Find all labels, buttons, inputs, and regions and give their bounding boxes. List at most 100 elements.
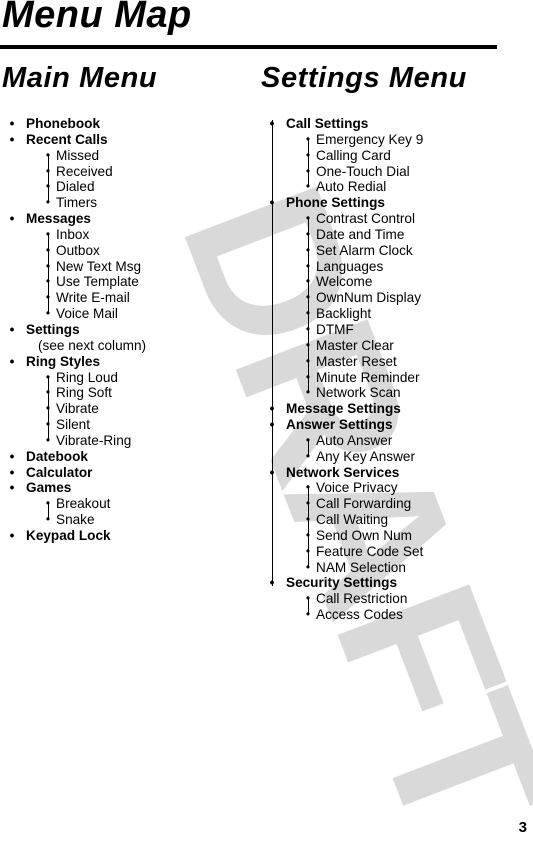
settings-menu-subitem: • Voice Privacy	[286, 480, 423, 496]
settings-menu-subitem: • Languages	[286, 259, 423, 275]
settings-menu-subitem: • OwnNum Display	[286, 290, 423, 306]
settings-menu-subitem: • Backlight	[286, 306, 423, 322]
settings-menu-item-label: Security Settings	[286, 575, 398, 591]
bullet-icon: •	[45, 242, 51, 257]
main-menu-subitem: • Timers	[26, 195, 146, 211]
settings-menu-subitem: • NAM Selection	[286, 560, 423, 576]
main-menu-subitem: • Voice Mail	[26, 306, 146, 322]
main-menu-item-label: Games	[26, 480, 72, 496]
bullet-icon: •	[305, 258, 311, 273]
main-menu-item-label: Calculator	[26, 464, 93, 480]
settings-menu-item-label: Call Settings	[286, 116, 369, 131]
main-menu-subitem-label: Ring Loud	[56, 369, 118, 385]
main-menu-item: • Settings (see next column)	[8, 322, 146, 354]
settings-menu-subitem-label: NAM Selection	[316, 559, 406, 575]
bullet-icon: •	[269, 116, 275, 131]
main-menu-subitem-label: Use Template	[56, 274, 139, 290]
settings-menu-subitem: • Master Clear	[286, 338, 423, 354]
settings-menu-subitem: • Call Waiting	[286, 512, 423, 528]
main-menu-submenu: • Missed • Received • Dialed • Timers	[26, 148, 146, 211]
main-menu-subitem: • Write E-mail	[26, 290, 146, 306]
settings-menu-item-label: Network Services	[286, 464, 400, 480]
main-menu-heading: Main Menu	[2, 62, 158, 94]
main-menu-subitem-label: Received	[56, 163, 113, 179]
main-menu-submenu: • Inbox • Outbox • New Text Msg • Use Template •…	[26, 227, 146, 322]
settings-menu-subitem-label: Send Own Num	[316, 527, 412, 543]
main-menu-subitem-label: Timers	[56, 195, 98, 211]
main-menu-item: • Ring Styles • Ring Loud • Ring Soft • Vibrate…	[8, 354, 146, 449]
bullet-icon: •	[305, 290, 311, 305]
main-menu-subitem-label: Outbox	[56, 242, 100, 258]
settings-menu-subitem-label: Network Scan	[316, 385, 401, 401]
settings-menu-subitem-label: One-Touch Dial	[316, 163, 410, 179]
bullet-icon: •	[45, 369, 51, 384]
bullet-icon: •	[45, 496, 51, 511]
main-menu-subitem: • Ring Loud	[26, 370, 146, 386]
main-menu-subitem: • Missed	[26, 148, 146, 164]
main-menu-item-label: Recent Calls	[26, 131, 108, 147]
settings-menu-subitem-label: Minute Reminder	[316, 369, 420, 385]
settings-menu-subitem: • Send Own Num	[286, 528, 423, 544]
bullet-icon: •	[9, 116, 15, 131]
settings-menu-subitem: • Auto Answer	[286, 433, 423, 449]
settings-menu-subitem-label: Access Codes	[316, 607, 403, 623]
settings-menu-subitem: • Any Key Answer	[286, 449, 423, 465]
main-menu-submenu: • Breakout • Snake	[26, 496, 146, 528]
bullet-icon: •	[45, 385, 51, 400]
bullet-icon: •	[305, 527, 311, 542]
bullet-icon: •	[9, 448, 15, 464]
main-menu-subitem-label: New Text Msg	[56, 258, 142, 274]
bullet-icon: •	[305, 369, 311, 384]
bullet-icon: •	[45, 274, 51, 289]
main-menu-subitem: • Silent	[26, 417, 146, 433]
settings-menu-subitem: • DTMF	[286, 322, 423, 338]
bullet-icon: •	[45, 226, 51, 241]
settings-menu-subitem: • Minute Reminder	[286, 370, 423, 386]
main-menu-item: • Phonebook	[8, 116, 146, 132]
settings-menu-subitem-label: Call Forwarding	[316, 496, 412, 512]
main-menu-item-label: Settings	[26, 321, 80, 337]
settings-menu-subitem: • Call Forwarding	[286, 496, 423, 512]
bullet-icon: •	[305, 337, 311, 352]
settings-menu-subitem-label: OwnNum Display	[316, 290, 421, 306]
bullet-icon: •	[45, 306, 51, 321]
settings-menu-submenu: • Auto Answer • Any Key Answer	[286, 433, 423, 465]
main-menu-subitem-label: Inbox	[56, 226, 90, 242]
settings-menu-subitem: • Network Scan	[286, 385, 423, 401]
main-menu-subitem: • Vibrate	[26, 401, 146, 417]
settings-menu-subitem: • One-Touch Dial	[286, 164, 423, 180]
settings-menu-subitem: • Call Restriction	[286, 591, 423, 607]
settings-menu-item: • Network Services • Voice Privacy • Call For…	[268, 464, 424, 576]
main-menu-item-label: Datebook	[26, 448, 88, 464]
main-menu-subitem: • New Text Msg	[26, 259, 146, 275]
main-menu-submenu: • Ring Loud • Ring Soft • Vibrate • Silent • Vibr…	[26, 370, 146, 449]
bullet-icon: •	[305, 179, 311, 194]
settings-menu-subitem: • Master Reset	[286, 354, 423, 370]
bullet-icon: •	[305, 607, 311, 622]
bullet-icon: •	[9, 353, 15, 369]
main-menu-item: • Games • Breakout • Snake	[8, 480, 146, 528]
settings-menu-item: • Message Settings	[268, 401, 423, 417]
settings-menu-subitem: • Auto Redial	[286, 179, 423, 195]
main-menu-item-label: Ring Styles	[26, 353, 101, 369]
main-menu-subitem-label: Voice Mail	[56, 306, 118, 322]
bullet-icon: •	[305, 591, 311, 606]
bullet-icon: •	[269, 575, 275, 591]
main-menu-item-label: Keypad Lock	[26, 527, 111, 543]
settings-menu-subitem-label: Backlight	[316, 306, 372, 322]
settings-menu-subitem-label: Calling Card	[316, 147, 391, 163]
bullet-icon: •	[9, 480, 15, 496]
main-menu-subitem: • Ring Soft	[26, 385, 146, 401]
settings-menu-submenu: • Voice Privacy • Call Forwarding • Call Wait…	[286, 480, 423, 575]
settings-menu-subitem-label: Languages	[316, 258, 384, 274]
settings-menu-submenu: • Contrast Control • Date and Time • Set Alar…	[286, 211, 423, 401]
settings-menu-submenu: • Emergency Key 9 • Calling Card • One-Touch …	[286, 132, 423, 195]
main-menu-subitem-label: Dialed	[56, 179, 95, 195]
main-menu-item-label: Phonebook	[26, 116, 101, 131]
main-menu-subitem-label: Silent	[56, 417, 91, 433]
main-menu-subitem-label: Snake	[56, 512, 95, 528]
bullet-icon: •	[305, 432, 311, 447]
bullet-icon: •	[305, 512, 311, 527]
main-menu-subitem-label: Vibrate	[56, 401, 99, 417]
settings-menu-subitem-label: Call Waiting	[316, 512, 389, 528]
